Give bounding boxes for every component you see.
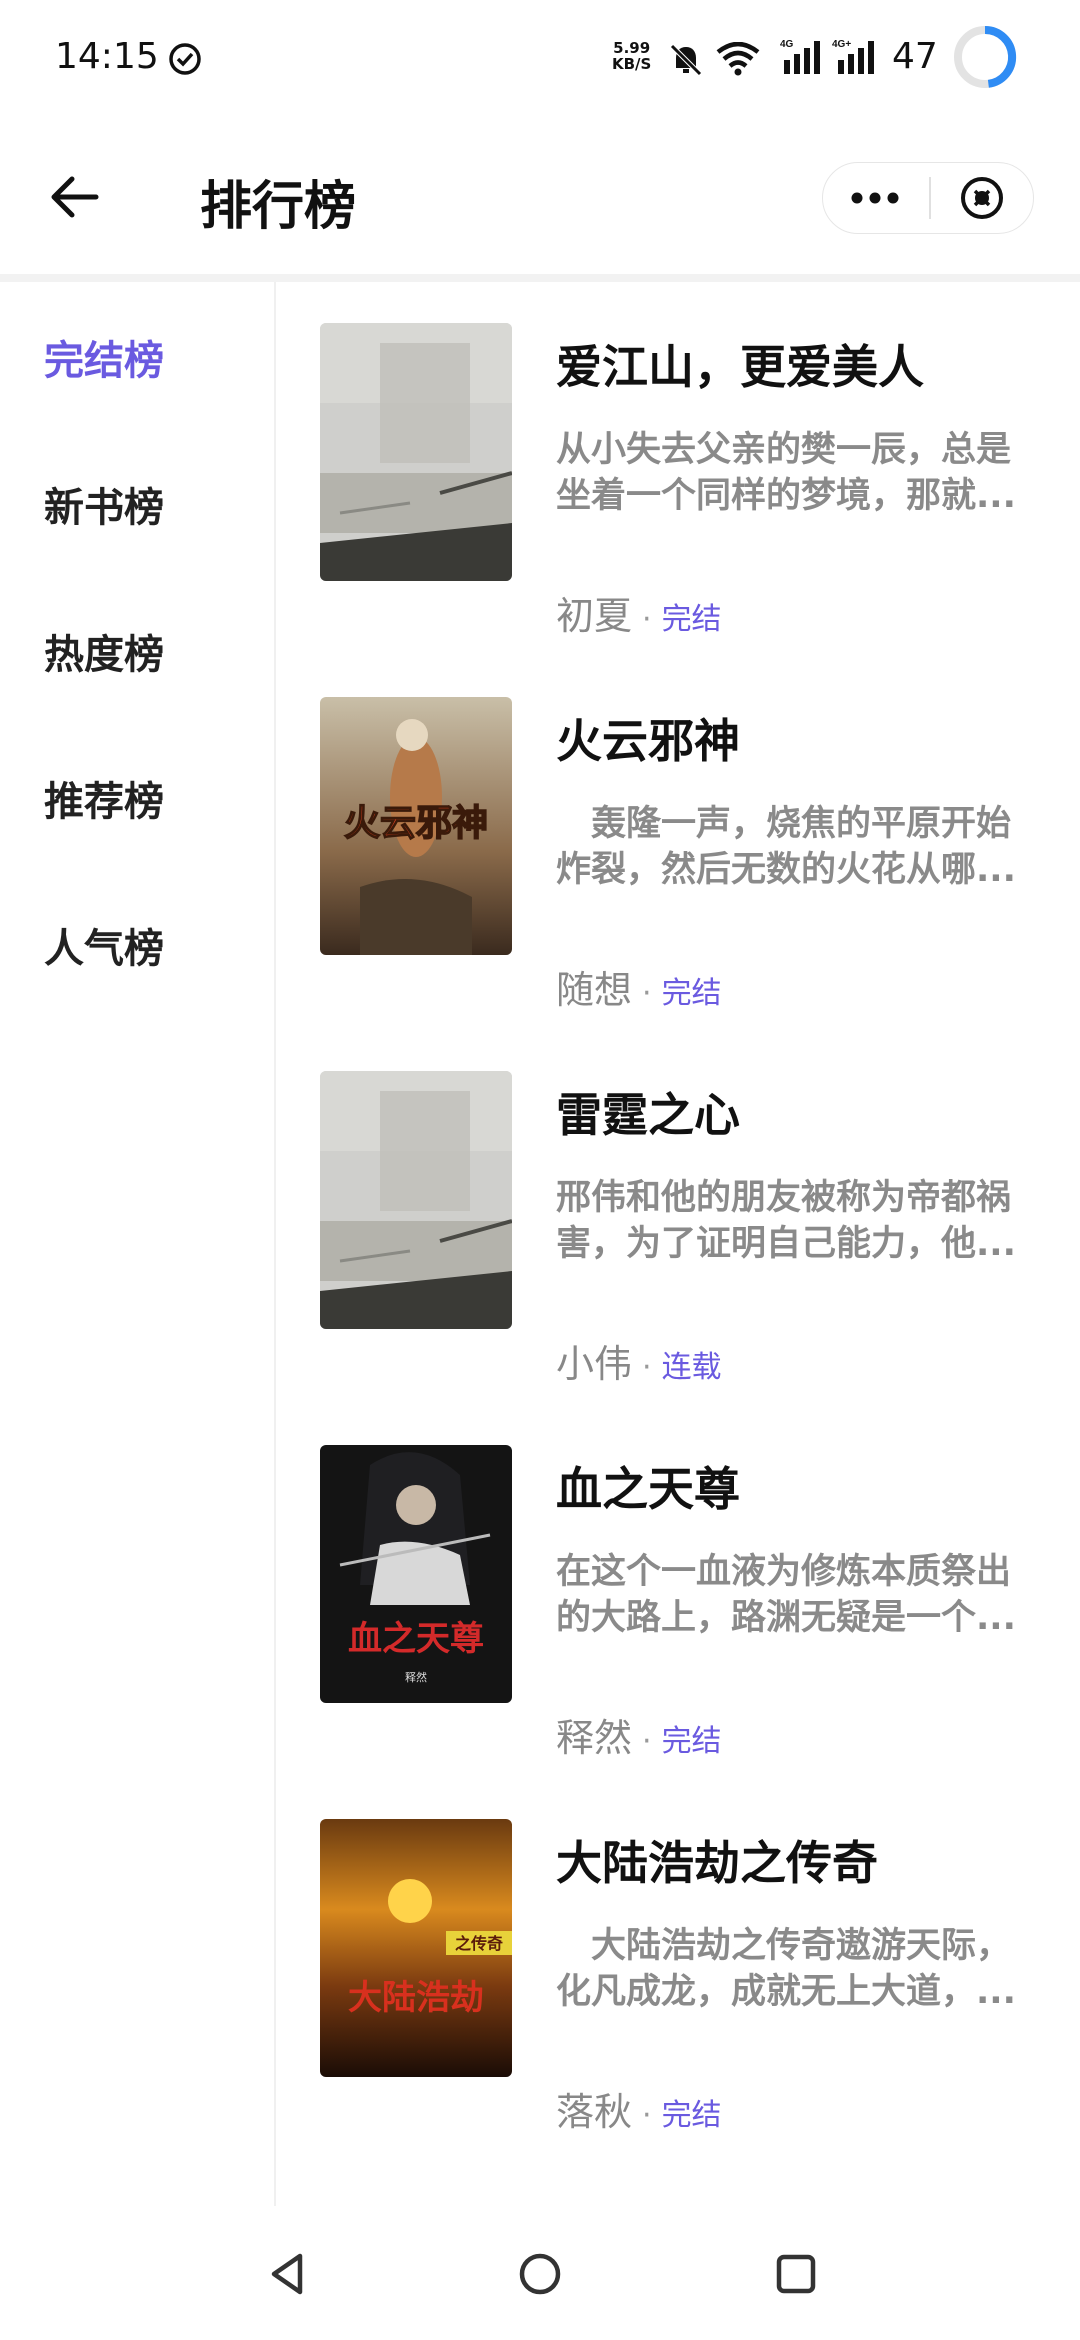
- status-bar: 14:15 5.99 KB/S 4G 4G+ 47: [0, 0, 1080, 120]
- battery-ring-icon: [954, 25, 1017, 88]
- book-status: 连载: [661, 1350, 722, 1385]
- header-separator: [0, 274, 1080, 282]
- book-description-line: 的大路上，路渊无疑是一个...: [556, 1598, 1016, 1638]
- book-author: 初夏: [556, 594, 633, 638]
- network-speed: 5.99 KB/S: [612, 40, 651, 72]
- book-cover: [320, 1071, 512, 1329]
- header: 排行榜: [0, 120, 1080, 274]
- close-circle-icon: [961, 177, 1003, 219]
- book-description-line: 从小失去父亲的樊一辰，总是: [556, 430, 1012, 470]
- speed-unit: KB/S: [612, 55, 652, 73]
- book-item[interactable]: 爱江山，更爱美人 从小失去父亲的樊一辰，总是 坐着一个同样的梦境，那就... 初…: [320, 323, 1040, 643]
- meta-dot: ·: [642, 976, 652, 1011]
- book-meta: 随想 · 完结: [556, 959, 722, 1014]
- book-status: 完结: [661, 1724, 722, 1759]
- book-description-line: 轰隆一声，烧焦的平原开始: [556, 804, 1012, 844]
- system-nav-bar: [0, 2206, 1080, 2340]
- close-button[interactable]: [931, 163, 1033, 233]
- book-cover: 火云邪神: [320, 697, 512, 955]
- svg-text:4G+: 4G+: [832, 39, 851, 50]
- book-description-line: 化凡成龙，成就无上大道，...: [556, 1972, 1016, 2012]
- book-description-line: 坐着一个同样的梦境，那就...: [556, 476, 1016, 516]
- category-sidebar: 完结榜 新书榜 热度榜 推荐榜 人气榜: [0, 282, 276, 2206]
- book-title: 大陆浩劫之传奇: [556, 1836, 878, 1890]
- svg-text:释然: 释然: [405, 1670, 427, 1684]
- book-description-line: 炸裂，然后无数的火花从哪...: [556, 850, 1016, 890]
- sidebar-item-completed[interactable]: 完结榜: [44, 328, 164, 386]
- svg-text:血之天尊: 血之天尊: [348, 1619, 484, 1659]
- book-status: 完结: [661, 976, 722, 1011]
- mini-program-capsule: [822, 162, 1034, 234]
- book-title: 雷霆之心: [556, 1088, 740, 1142]
- book-title: 火云邪神: [556, 714, 740, 768]
- svg-text:之传奇: 之传奇: [455, 1934, 503, 1953]
- book-description: 大陆浩劫之传奇遨游天际， 化凡成龙，成就无上大道，...: [556, 1923, 1040, 2015]
- book-cover: 血之天尊 释然: [320, 1445, 512, 1703]
- svg-text:大陆浩劫: 大陆浩劫: [348, 1978, 484, 2018]
- book-description-line: 在这个一血液为修炼本质祭出: [556, 1552, 1012, 1592]
- page-title: 排行榜: [200, 177, 357, 237]
- book-description: 邢伟和他的朋友被称为帝都祸 害，为了证明自己能力，他...: [556, 1175, 1040, 1267]
- book-item[interactable]: 血之天尊 释然 血之天尊 在这个一血液为修炼本质祭出 的大路上，路渊无疑是一个.…: [320, 1445, 1040, 1765]
- sidebar-item-popular[interactable]: 人气榜: [44, 916, 164, 974]
- more-dots-icon: [851, 192, 899, 204]
- wifi-icon: [716, 42, 760, 76]
- book-author: 释然: [556, 1716, 633, 1760]
- svg-text:4G: 4G: [780, 39, 794, 50]
- circle-home-icon[interactable]: [514, 2248, 566, 2300]
- more-button[interactable]: [823, 163, 927, 233]
- book-author: 落秋: [556, 2090, 633, 2134]
- meta-dot: ·: [642, 602, 652, 637]
- back-arrow-icon[interactable]: [44, 166, 106, 228]
- meta-dot: ·: [642, 1350, 652, 1385]
- status-time: 14:15: [55, 36, 159, 77]
- book-author: 小伟: [556, 1342, 633, 1386]
- svg-text:火云邪神: 火云邪神: [344, 803, 488, 844]
- book-item[interactable]: 之传奇 大陆浩劫 大陆浩劫之传奇 大陆浩劫之传奇遨游天际， 化凡成龙，成就无上大…: [320, 1819, 1040, 2139]
- book-status: 完结: [661, 602, 722, 637]
- book-meta: 小伟 · 连载: [556, 1333, 722, 1388]
- book-description: 从小失去父亲的樊一辰，总是 坐着一个同样的梦境，那就...: [556, 427, 1040, 519]
- book-description-line: 害，为了证明自己能力，他...: [556, 1224, 1016, 1264]
- sidebar-item-hot[interactable]: 热度榜: [44, 622, 164, 680]
- speed-value: 5.99: [613, 39, 651, 57]
- book-description: 在这个一血液为修炼本质祭出 的大路上，路渊无疑是一个...: [556, 1549, 1040, 1641]
- book-meta: 初夏 · 完结: [556, 585, 722, 640]
- book-title: 爱江山，更爱美人: [556, 340, 924, 394]
- book-description: 轰隆一声，烧焦的平原开始 炸裂，然后无数的火花从哪...: [556, 801, 1040, 893]
- book-meta: 落秋 · 完结: [556, 2081, 722, 2136]
- sidebar-item-new-books[interactable]: 新书榜: [44, 475, 164, 533]
- book-status: 完结: [661, 2098, 722, 2133]
- mute-bell-icon: [670, 44, 702, 76]
- book-cover: 之传奇 大陆浩劫: [320, 1819, 512, 2077]
- book-description-line: 大陆浩劫之传奇遨游天际，: [556, 1926, 1012, 1966]
- battery-level: 47: [892, 36, 938, 77]
- book-description-line: 邢伟和他的朋友被称为帝都祸: [556, 1178, 1012, 1218]
- check-circle-icon: [169, 43, 201, 75]
- sidebar-item-recommended[interactable]: 推荐榜: [44, 769, 164, 827]
- book-item[interactable]: 火云邪神 火云邪神 轰隆一声，烧焦的平原开始 炸裂，然后无数的火花从哪... 随…: [320, 697, 1040, 1017]
- book-cover: [320, 323, 512, 581]
- signal-icon-2: 4G+: [832, 39, 874, 74]
- book-author: 随想: [556, 968, 633, 1012]
- square-recents-icon[interactable]: [770, 2248, 822, 2300]
- book-item[interactable]: 雷霆之心 邢伟和他的朋友被称为帝都祸 害，为了证明自己能力，他... 小伟 · 连载: [320, 1071, 1040, 1391]
- triangle-back-icon[interactable]: [262, 2248, 314, 2300]
- meta-dot: ·: [642, 2098, 652, 2133]
- signal-icon: 4G: [780, 39, 820, 74]
- book-title: 血之天尊: [556, 1462, 740, 1516]
- book-meta: 释然 · 完结: [556, 1707, 722, 1762]
- meta-dot: ·: [642, 1724, 652, 1759]
